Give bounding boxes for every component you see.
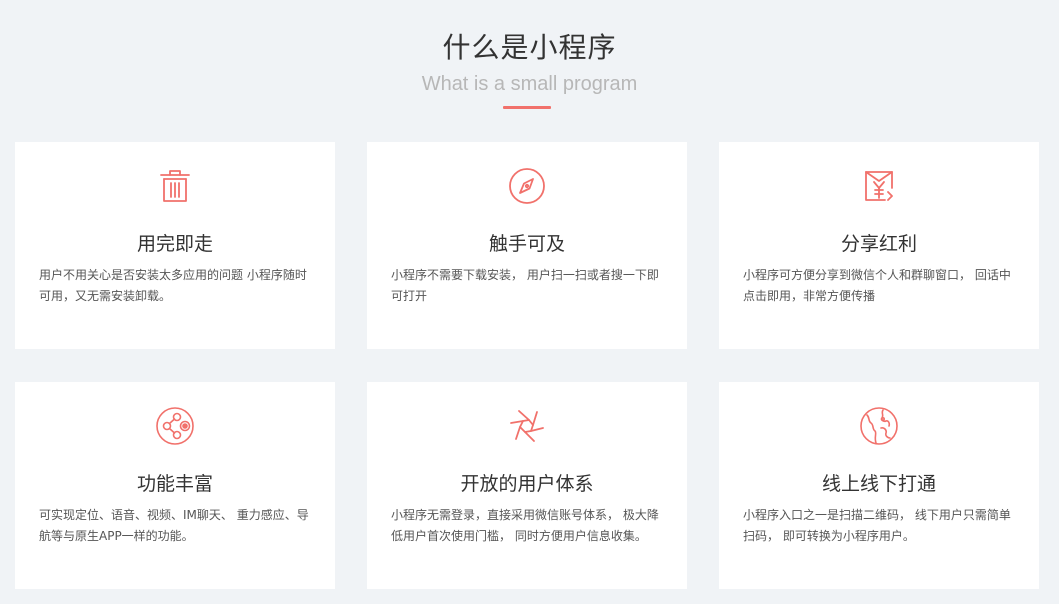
section-subtitle: What is a small program — [421, 73, 638, 95]
feature-description: 小程序无需登录，直接采用微信账号体系， 极大降低用户首次使用门槛， 同时方便用户… — [391, 508, 659, 543]
feature-title: 用完即走 — [136, 233, 213, 255]
feature-card-share-bonus: 分享红利 小程序可方便分享到微信个人和群聊窗口， 回话中点击即用，非常方便传播 — [719, 142, 1039, 349]
feature-card-use-and-go: 用完即走 用户不用关心是否安装太多应用的问题 小程序随时可用，又无需安装卸载。 — [15, 142, 335, 349]
feature-title: 开放的用户体系 — [460, 473, 594, 495]
feature-description: 小程序可方便分享到微信个人和群聊窗口， 回话中点击即用，非常方便传播 — [743, 268, 1011, 303]
feature-card-within-reach: 触手可及 小程序不需要下载安装， 用户扫一扫或者搜一下即可打开 — [367, 142, 687, 349]
globe-icon — [859, 406, 899, 446]
feature-card-online-offline: 线上线下打通 小程序入口之一是扫描二维码， 线下用户只需简单扫码， 即可转换为小… — [719, 382, 1039, 589]
feature-title: 线上线下打通 — [821, 473, 936, 495]
feature-card-rich-features: 功能丰富 可实现定位、语音、视频、IM聊天、 重力感应、导航等与原生APP一样的… — [15, 382, 335, 589]
feature-title: 功能丰富 — [136, 473, 213, 495]
red-envelope-icon — [859, 166, 899, 206]
compass-icon — [507, 166, 547, 206]
trash-bin-icon — [155, 166, 195, 206]
share-network-icon — [155, 406, 195, 446]
aperture-icon — [507, 406, 547, 446]
feature-title: 分享红利 — [840, 233, 917, 255]
feature-description: 小程序入口之一是扫描二维码， 线下用户只需简单扫码， 即可转换为小程序用户。 — [743, 508, 1011, 543]
feature-description: 小程序不需要下载安装， 用户扫一扫或者搜一下即可打开 — [391, 268, 659, 303]
feature-card-open-user-system: 开放的用户体系 小程序无需登录，直接采用微信账号体系， 极大降低用户首次使用门槛… — [367, 382, 687, 589]
section-title: 什么是小程序 — [442, 31, 617, 64]
feature-description: 可实现定位、语音、视频、IM聊天、 重力感应、导航等与原生APP一样的功能。 — [39, 508, 309, 543]
feature-description: 用户不用关心是否安装太多应用的问题 小程序随时可用，又无需安装卸载。 — [39, 268, 307, 303]
feature-title: 触手可及 — [488, 233, 565, 255]
title-underline — [503, 106, 551, 109]
